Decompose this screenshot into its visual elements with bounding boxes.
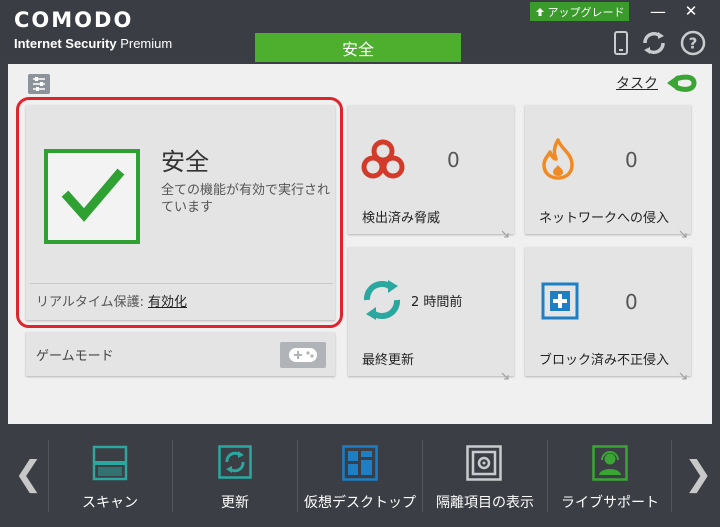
status-title: 安全 [161,148,209,176]
update-cycle-icon [361,279,403,325]
network-intrusion-label: ネットワークへの侵入 [539,211,670,226]
product-name-edition: Premium [116,36,173,51]
settings-icon[interactable] [28,74,50,94]
checkmark-icon [44,149,140,244]
blocked-intrusions-label: ブロック済み不正侵入 [539,353,670,368]
quarantine-label[interactable]: 隔離項目の表示 [420,492,550,512]
status-tab[interactable]: 安全 [255,33,461,62]
game-mode-label: ゲームモード [36,349,114,364]
minimize-button[interactable]: — [644,0,672,22]
app-logo: COMODO [14,8,134,32]
scan-icon[interactable] [92,445,128,485]
last-update-label: 最終更新 [362,353,415,368]
help-icon[interactable]: ? [680,30,706,56]
product-name-bold: Internet Security [14,36,117,51]
shield-plus-icon [541,282,579,324]
svg-text:?: ? [689,35,698,53]
realtime-protection-label: リアルタイム保護: [36,295,144,310]
update-icon[interactable] [218,445,252,483]
refresh-sync-icon[interactable] [641,30,667,56]
expand-arrow-icon [679,223,687,242]
threats-count: 0 [447,148,460,172]
product-name: Internet Security Premium [14,36,172,51]
expand-arrow-icon [501,365,509,384]
update-label[interactable]: 更新 [170,492,300,512]
live-support-icon[interactable] [592,445,628,485]
flame-icon [539,137,577,185]
close-button[interactable]: ✕ [676,0,706,22]
realtime-protection-link[interactable]: 有効化 [148,291,187,310]
blocked-intrusions-count: 0 [625,290,638,314]
task-link[interactable]: タスク [616,73,658,93]
live-support-label[interactable]: ライブサポート [545,492,675,512]
nav-prev-button[interactable]: ❮ [14,454,43,494]
gamepad-icon[interactable] [280,342,326,368]
network-intrusion-count: 0 [625,148,638,172]
scan-label[interactable]: スキャン [45,492,175,512]
nav-next-button[interactable]: ❯ [684,454,713,494]
phone-icon[interactable] [608,30,634,56]
expand-arrow-icon [501,223,509,242]
quarantine-icon[interactable] [466,445,502,485]
upgrade-button[interactable]: アップグレード [530,2,629,21]
threats-label: 検出済み脅威 [362,211,441,226]
expand-arrow-icon [679,365,687,384]
biohazard-icon [360,138,406,186]
arrow-up-icon [535,7,544,16]
task-arrow-icon[interactable] [664,72,698,98]
divider [30,283,333,284]
status-description: 全ての機能が有効で実行されています [161,183,331,215]
upgrade-label: アップグレード [547,5,625,19]
virtual-desktop-label[interactable]: 仮想デスクトップ [295,492,425,512]
last-update-value: 2 時間前 [411,295,463,310]
virtual-desktop-icon[interactable] [342,445,378,485]
